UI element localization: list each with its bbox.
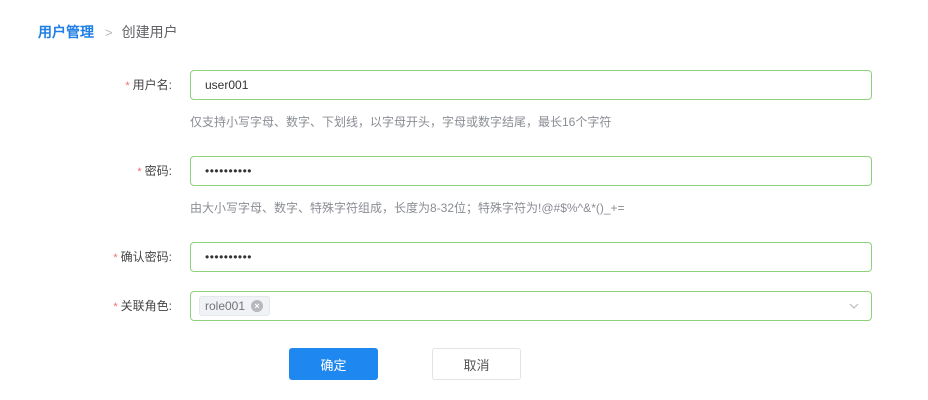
confirm-password-input[interactable]: •••••••••• bbox=[190, 242, 872, 272]
create-user-page: 用户管理 > 创建用户 * 用户名: user001 仅支持小写字母、数字、下划线… bbox=[0, 0, 928, 400]
username-input[interactable]: user001 bbox=[190, 70, 872, 100]
breadcrumb: 用户管理 > 创建用户 bbox=[38, 22, 178, 42]
role-tag: role001 × bbox=[199, 296, 271, 316]
confirm-button[interactable]: 确定 bbox=[289, 348, 378, 380]
role-tag-label: role001 bbox=[205, 299, 246, 313]
confirm-password-label: * 确认密码: bbox=[113, 250, 172, 264]
password-hint: 由大小写字母、数字、特殊字符组成，长度为8-32位；特殊字符为!@#$%^&*(… bbox=[190, 201, 625, 215]
required-mark: * bbox=[137, 166, 142, 178]
username-value: user001 bbox=[205, 78, 249, 92]
required-mark: * bbox=[113, 301, 118, 313]
password-label: * 密码: bbox=[137, 164, 172, 178]
chevron-down-icon[interactable] bbox=[849, 301, 859, 311]
breadcrumb-root-link[interactable]: 用户管理 bbox=[38, 22, 94, 42]
breadcrumb-current: 创建用户 bbox=[121, 24, 178, 40]
role-select[interactable]: role001 × bbox=[190, 291, 872, 321]
username-label: * 用户名: bbox=[125, 78, 172, 92]
close-circle-icon[interactable]: × bbox=[251, 300, 264, 312]
confirm-password-value: •••••••••• bbox=[205, 250, 253, 264]
role-label: * 关联角色: bbox=[113, 299, 172, 313]
password-value: •••••••••• bbox=[205, 164, 253, 178]
username-hint: 仅支持小写字母、数字、下划线，以字母开头，字母或数字结尾，最长16个字符 bbox=[190, 115, 612, 129]
password-input[interactable]: •••••••••• bbox=[190, 156, 872, 186]
cancel-button[interactable]: 取消 bbox=[432, 348, 521, 380]
chevron-right-icon: > bbox=[105, 24, 113, 40]
required-mark: * bbox=[125, 80, 130, 92]
required-mark: * bbox=[113, 252, 118, 264]
